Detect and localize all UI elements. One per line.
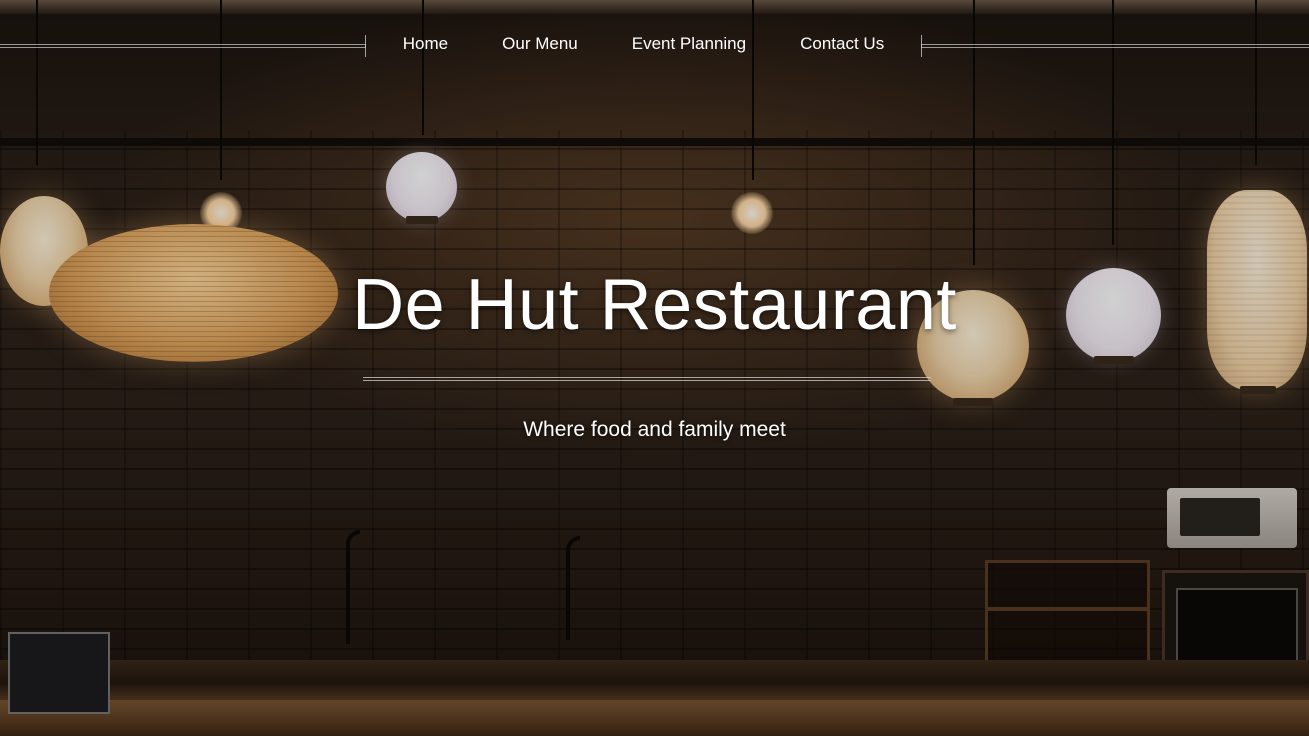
hero-overlay (0, 0, 1309, 736)
hero-section: Home Our Menu Event Planning Contact Us … (0, 0, 1309, 736)
hero-tagline: Where food and family meet (523, 418, 786, 441)
hero-title: De Hut Restaurant (352, 265, 957, 345)
nav-links: Home Our Menu Event Planning Contact Us (366, 32, 921, 56)
nav-link-our-menu[interactable]: Our Menu (502, 34, 578, 54)
nav-rule-right (921, 44, 1309, 48)
nav-link-event-planning[interactable]: Event Planning (632, 34, 746, 54)
nav-link-home[interactable]: Home (403, 34, 448, 54)
nav-rule-tick (921, 35, 922, 57)
main-navigation: Home Our Menu Event Planning Contact Us (0, 32, 1309, 57)
title-divider (363, 377, 931, 381)
nav-link-contact-us[interactable]: Contact Us (800, 34, 884, 54)
nav-rule-left (0, 44, 366, 48)
